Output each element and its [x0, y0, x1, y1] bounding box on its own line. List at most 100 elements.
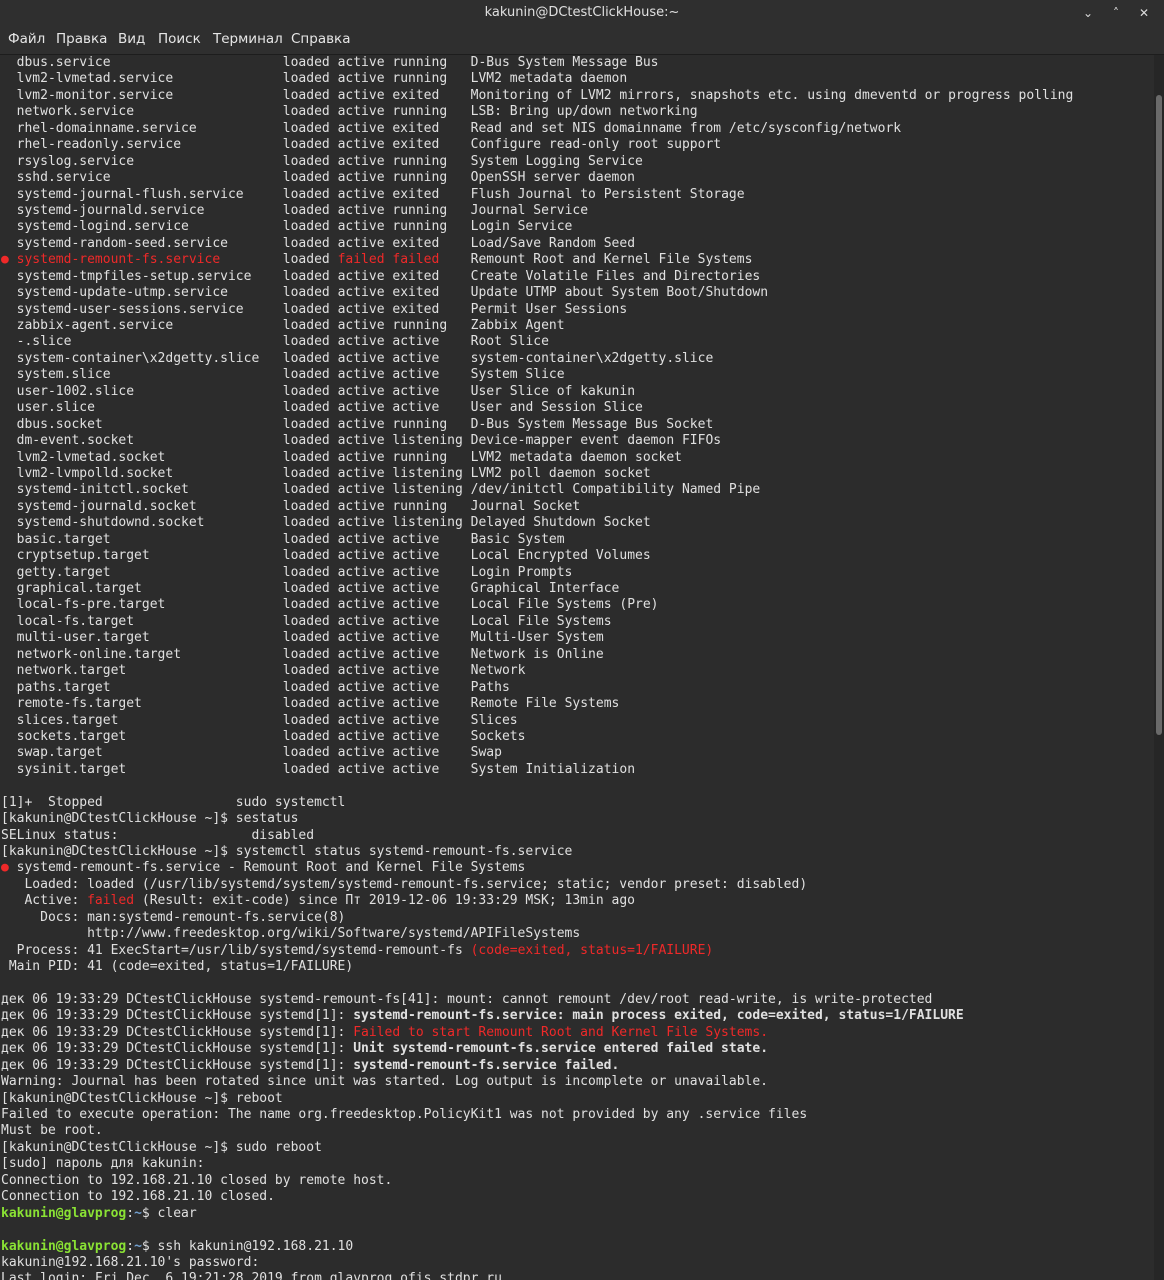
unit-name: lvm2-lvmetad.service: [16, 71, 174, 87]
terminal-line: дек 06 19:33:29 DCtestClickHouse systemd…: [1, 1058, 619, 1073]
unit-name: systemd-journal-flush.service: [16, 186, 244, 202]
terminal-line: Last login: Fri Dec 6 19:21:28 2019 from…: [1, 1271, 502, 1280]
terminal-segment: [kakunin@DCtestClickHouse ~]$ reboot: [1, 1090, 283, 1106]
unit-description: User Slice of kakunin: [470, 383, 636, 399]
terminal-segment: ~: [134, 1205, 142, 1221]
unit-name: swap.target: [16, 745, 103, 761]
unit-load: loaded: [282, 581, 330, 596]
minimize-icon[interactable]: ⌄: [1078, 3, 1098, 23]
unit-description: system-container\x2dgetty.slice: [470, 350, 714, 366]
menu-file[interactable]: Файл: [8, 31, 45, 47]
unit-sub: active: [392, 581, 440, 596]
scrollbar[interactable]: [1154, 55, 1164, 1280]
menu-search[interactable]: Поиск: [158, 31, 201, 47]
unit-row: dm-event.socket loaded active listening …: [1, 433, 721, 448]
unit-row: zabbix-agent.service loaded active runni…: [1, 318, 565, 333]
unit-load: loaded: [282, 564, 330, 580]
unit-name: systemd-logind.service: [16, 219, 189, 235]
unit-description: Device-mapper event daemon FIFOs: [470, 433, 722, 449]
scrollbar-thumb[interactable]: [1156, 95, 1162, 735]
status-dot-icon: [1, 71, 9, 86]
terminal-line: kakunin@glavprog:~$ ssh kakunin@192.168.…: [1, 1239, 353, 1254]
unit-load: loaded: [282, 367, 330, 383]
status-dot-icon: [1, 187, 9, 202]
menu-help[interactable]: Справка: [291, 31, 350, 47]
close-icon[interactable]: ✕: [1134, 3, 1154, 23]
status-dot-icon: [1, 713, 9, 728]
unit-active: active: [337, 531, 385, 547]
unit-load: loaded: [282, 301, 330, 317]
unit-sub: active: [392, 679, 440, 695]
unit-description: Paths: [470, 679, 510, 695]
terminal-segment: kakunin@glavprog: [1, 1205, 127, 1221]
maximize-icon[interactable]: ˄: [1106, 3, 1126, 23]
menu-terminal[interactable]: Терминал: [213, 31, 283, 47]
unit-active: active: [337, 679, 385, 695]
unit-description: Local Encrypted Volumes: [470, 548, 651, 564]
unit-row: sockets.target loaded active active Sock…: [1, 728, 526, 744]
terminal-line: Main PID: 41 (code=exited, status=1/FAIL…: [1, 959, 353, 974]
unit-load: loaded: [282, 696, 330, 712]
unit-load: loaded: [282, 449, 330, 465]
terminal-output[interactable]: dbus.service loaded active running D-Bus…: [0, 55, 1154, 1280]
unit-row: rhel-readonly.service loaded active exit…: [1, 137, 721, 152]
terminal-line: дек 06 19:33:29 DCtestClickHouse systemd…: [1, 1008, 964, 1023]
status-dot-icon: [1, 597, 9, 612]
unit-row: getty.target loaded active active Login …: [1, 564, 573, 580]
terminal-segment: Active:: [1, 893, 88, 909]
unit-active: active: [337, 350, 385, 366]
unit-active: active: [337, 55, 385, 70]
unit-load: loaded: [282, 219, 330, 235]
unit-active: active: [337, 285, 385, 301]
unit-active: active: [337, 761, 385, 777]
menu-view[interactable]: Вид: [118, 31, 145, 47]
unit-sub: exited: [392, 120, 440, 136]
unit-description: /dev/initctl Compatibility Named Pipe: [470, 482, 761, 498]
menu-edit[interactable]: Правка: [56, 31, 107, 47]
unit-name: dm-event.socket: [16, 433, 135, 449]
unit-name: system.slice: [16, 367, 111, 383]
unit-active: active: [337, 728, 385, 744]
unit-row: sysinit.target loaded active active Syst…: [1, 762, 635, 777]
unit-load: loaded: [282, 745, 330, 761]
unit-description: Slices: [470, 712, 518, 728]
unit-load: loaded: [282, 433, 330, 449]
unit-row: systemd-journal-flush.service loaded act…: [1, 187, 745, 202]
unit-row: -.slice loaded active active Root Slice: [1, 334, 549, 349]
unit-load: loaded: [282, 712, 330, 728]
unit-load: loaded: [282, 186, 330, 202]
unit-sub: listening: [392, 433, 463, 449]
status-dot-icon: [1, 400, 9, 415]
unit-name: paths.target: [16, 679, 111, 695]
unit-name: rsyslog.service: [16, 153, 135, 169]
status-dot-icon: [1, 663, 9, 678]
terminal-line: Active: failed (Result: exit-code) since…: [1, 893, 635, 908]
unit-row: rhel-domainname.service loaded active ex…: [1, 121, 901, 136]
